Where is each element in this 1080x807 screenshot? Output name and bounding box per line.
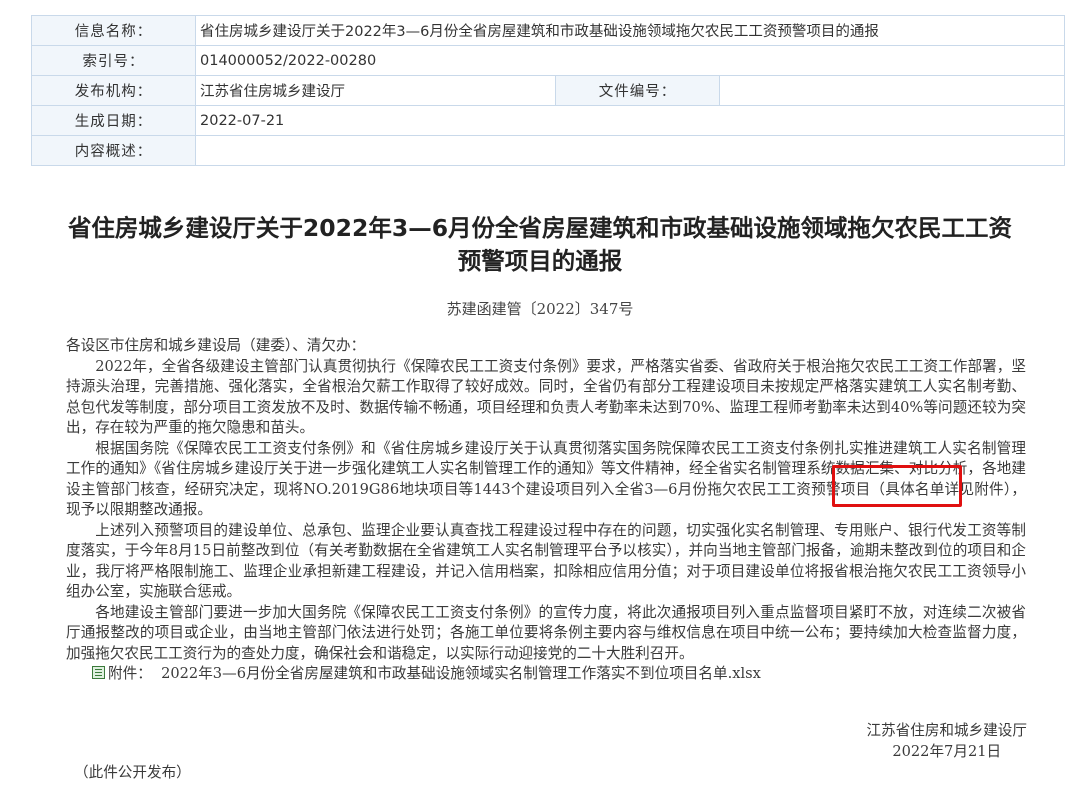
info-label-docnum: 文件编号： xyxy=(555,75,720,106)
info-label-title: 信息名称： xyxy=(31,15,196,46)
footer-note: （此件公开发布） xyxy=(74,764,191,781)
paragraph-1: 2022年，全省各级建设主管部门认真贯彻执行《保障农民工工资支付条例》要求，严格… xyxy=(66,357,1026,437)
info-value-docnum xyxy=(718,75,1066,106)
info-label-date: 生成日期： xyxy=(31,105,196,136)
signer: 江苏省住房和城乡建设厅 xyxy=(866,722,1027,739)
document-title: 省住房城乡建设厅关于2022年3—6月份全省房屋建筑和市政基础设施领域拖欠农民工… xyxy=(40,212,1040,278)
spreadsheet-icon xyxy=(92,666,105,679)
attachment-label: 附件： xyxy=(108,665,152,682)
info-row-date: 生成日期： 2022-07-21 xyxy=(31,105,1066,136)
info-label-summary: 内容概述： xyxy=(31,135,196,166)
document-body: 各设区市住房和城乡建设局（建委）、清欠办： 2022年，全省各级建设主管部门认真… xyxy=(66,336,1026,685)
info-label-publisher: 发布机构： xyxy=(31,75,196,106)
info-value-date: 2022-07-21 xyxy=(194,105,1066,136)
info-value-publisher: 江苏省住房城乡建设厅 xyxy=(195,75,556,106)
sign-date: 2022年7月21日 xyxy=(892,743,1002,760)
attachment-line: 附件： 2022年3—6月份全省房屋建筑和市政基础设施领域实名制管理工作落实不到… xyxy=(66,664,1026,685)
document-number: 苏建函建管〔2022〕347号 xyxy=(446,300,634,318)
document-title-line1: 省住房城乡建设厅关于2022年3—6月份全省房屋建筑和市政基础设施领域拖欠农民工… xyxy=(67,214,1013,242)
info-table: 信息名称： 省住房城乡建设厅关于2022年3—6月份全省房屋建筑和市政基础设施领… xyxy=(31,15,1066,166)
info-value-title: 省住房城乡建设厅关于2022年3—6月份全省房屋建筑和市政基础设施领域拖欠农民工… xyxy=(194,15,1066,46)
document-title-line2: 预警项目的通报 xyxy=(457,247,623,275)
attachment-link[interactable]: 2022年3—6月份全省房屋建筑和市政基础设施领域实名制管理工作落实不到位项目名… xyxy=(161,665,761,682)
salutation: 各设区市住房和城乡建设局（建委）、清欠办： xyxy=(66,337,366,354)
red-highlight-box xyxy=(832,465,962,507)
info-label-index: 索引号： xyxy=(31,45,196,76)
info-row-index: 索引号： 014000052/2022-00280 xyxy=(31,45,1066,76)
info-row-summary: 内容概述： xyxy=(31,135,1066,166)
info-value-index: 014000052/2022-00280 xyxy=(194,45,1066,76)
signature-block: 江苏省住房和城乡建设厅 2022年7月21日 xyxy=(866,720,1027,762)
info-value-summary xyxy=(194,135,1066,166)
info-row-title: 信息名称： 省住房城乡建设厅关于2022年3—6月份全省房屋建筑和市政基础设施领… xyxy=(31,15,1066,46)
info-row-publisher: 发布机构： 江苏省住房城乡建设厅 文件编号： xyxy=(31,75,1066,106)
paragraph-3: 上述列入预警项目的建设单位、总承包、监理企业要认真查找工程建设过程中存在的问题，… xyxy=(66,521,1026,601)
paragraph-4: 各地建设主管部门要进一步加大国务院《保障农民工工资支付条例》的宣传力度，将此次通… xyxy=(66,603,1026,662)
